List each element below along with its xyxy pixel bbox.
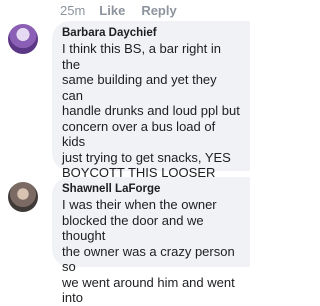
like-button[interactable]: Like xyxy=(99,3,125,18)
avatar[interactable] xyxy=(8,24,38,54)
comment-meta-row: 25m Like Reply xyxy=(60,0,193,20)
reply-button[interactable]: Reply xyxy=(141,3,176,18)
comment-bubble: Barbara Daychief I think this BS, a bar … xyxy=(52,21,250,242)
comment-author[interactable]: Barbara Daychief xyxy=(62,27,240,39)
comment-text: I was their when the owner blocked the d… xyxy=(62,197,235,305)
comment-bubble: Shawnell LaForge I was their when the ow… xyxy=(52,177,250,305)
comment-timestamp: 25m xyxy=(60,2,86,18)
avatar[interactable] xyxy=(8,182,38,212)
comment-author[interactable]: Shawnell LaForge xyxy=(62,183,240,195)
